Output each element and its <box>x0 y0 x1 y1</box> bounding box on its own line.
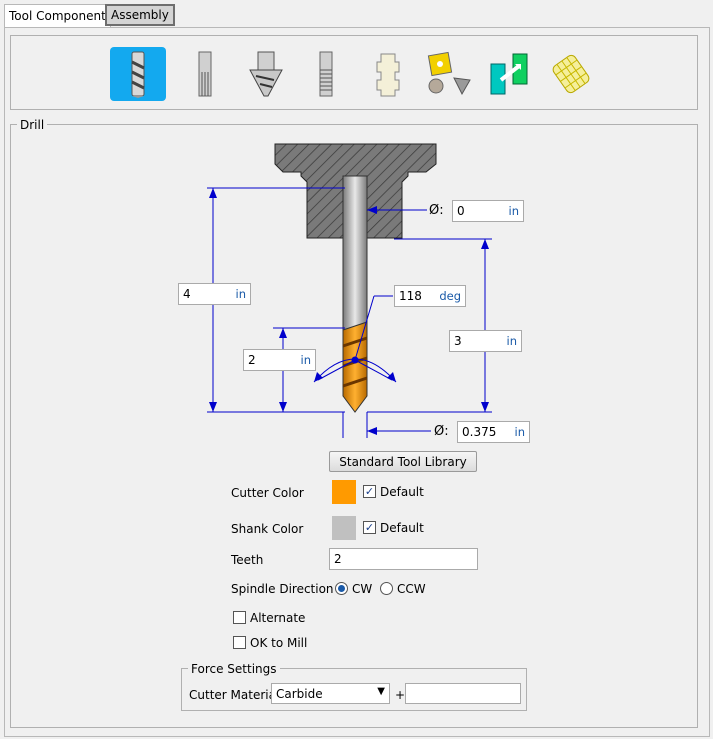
shank-diameter-symbol: Ø: <box>429 203 444 218</box>
drill-diagram <box>207 143 492 438</box>
point-angle-field[interactable]: 118 deg <box>394 285 466 307</box>
spindle-ccw-label: CCW <box>397 582 426 596</box>
teeth-input[interactable]: 2 <box>329 548 478 570</box>
plus-sign: + <box>395 688 406 702</box>
spindle-cw-radio[interactable] <box>335 582 348 595</box>
cutter-color-default-checkbox[interactable]: ✓ <box>363 485 376 498</box>
spindle-ccw-radio[interactable] <box>380 582 393 595</box>
alternate-label: Alternate <box>250 611 306 625</box>
spindle-cw-label: CW <box>352 582 373 596</box>
ok-to-mill-label: OK to Mill <box>250 636 308 650</box>
alternate-checkbox[interactable] <box>233 611 246 624</box>
cutter-color-default-label: Default <box>380 485 424 499</box>
cutter-diameter-symbol: Ø: <box>434 424 449 439</box>
shank-color-default-checkbox[interactable]: ✓ <box>363 521 376 534</box>
cutter-color-label: Cutter Color <box>231 486 304 500</box>
cutter-color-swatch[interactable] <box>332 480 356 504</box>
shank-color-swatch[interactable] <box>332 516 356 540</box>
cutter-material-label: Cutter Material <box>189 688 280 702</box>
drill-shank <box>342 175 368 333</box>
chevron-down-icon: ▼ <box>377 686 385 697</box>
shank-color-default-label: Default <box>380 521 424 535</box>
flute-length-field[interactable]: 2 in <box>243 349 316 371</box>
overall-length-field[interactable]: 4 in <box>178 283 251 305</box>
force-settings-title: Force Settings <box>188 662 280 676</box>
shank-color-label: Shank Color <box>231 522 304 536</box>
material-modifier-input[interactable] <box>405 683 521 704</box>
stickout-length-field[interactable]: 3 in <box>449 330 522 352</box>
ok-to-mill-checkbox[interactable] <box>233 636 246 649</box>
cutter-diameter-field[interactable]: 0.375 in <box>457 421 530 443</box>
standard-tool-library-button[interactable]: Standard Tool Library <box>329 451 477 472</box>
spindle-direction-label: Spindle Direction <box>231 582 334 596</box>
shank-diameter-field[interactable]: 0 in <box>452 200 524 222</box>
cutter-material-select[interactable]: Carbide ▼ <box>271 683 390 704</box>
teeth-label: Teeth <box>231 553 264 567</box>
drill-flute <box>342 321 368 413</box>
